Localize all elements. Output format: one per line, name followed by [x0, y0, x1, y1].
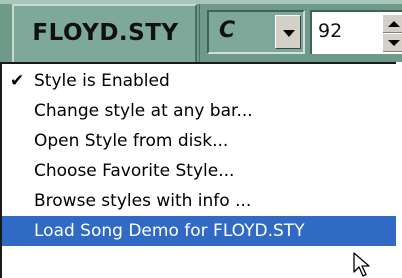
menu-item-label: Style is Enabled: [34, 71, 170, 91]
tempo-spinner[interactable]: 92: [310, 10, 402, 54]
key-dropdown[interactable]: C: [207, 10, 305, 54]
app-window: FLOYD.STY C 92 ✔ Style is Enabled Change…: [0, 0, 402, 278]
arrow-down-icon: [388, 40, 400, 46]
mouse-pointer-icon: [353, 252, 370, 277]
menu-item-style-enabled[interactable]: ✔ Style is Enabled: [2, 66, 396, 96]
key-dropdown-button[interactable]: [275, 15, 301, 49]
menu-item-label: Load Song Demo for FLOYD.STY: [34, 221, 305, 241]
menu-item-change-style[interactable]: Change style at any bar...: [2, 96, 396, 126]
menu-item-load-song-demo[interactable]: Load Song Demo for FLOYD.STY: [2, 216, 396, 246]
tempo-down-button[interactable]: [383, 33, 402, 52]
menu-item-favorite-style[interactable]: Choose Favorite Style...: [2, 156, 396, 186]
menu-item-label: Open Style from disk...: [34, 131, 229, 151]
style-toolbar: FLOYD.STY C 92: [0, 0, 402, 62]
menu-item-browse-styles[interactable]: Browse styles with info ...: [2, 186, 396, 216]
menu-item-label: Choose Favorite Style...: [34, 161, 235, 181]
arrow-up-icon: [388, 21, 400, 27]
menu-item-label: Browse styles with info ...: [34, 191, 252, 211]
chevron-down-icon: [283, 30, 295, 37]
tempo-spin-buttons: [382, 14, 402, 52]
style-context-menu: ✔ Style is Enabled Change style at any b…: [0, 62, 396, 278]
style-name-button[interactable]: FLOYD.STY: [12, 4, 197, 62]
tempo-up-button[interactable]: [383, 14, 402, 33]
toolbar-divider: [199, 4, 206, 62]
check-icon: ✔: [10, 71, 25, 91]
key-value: C: [219, 18, 236, 43]
tempo-value[interactable]: 92: [318, 20, 342, 42]
style-name-label: FLOYD.STY: [32, 20, 179, 46]
menu-item-label: Change style at any bar...: [34, 101, 253, 121]
menu-item-open-style[interactable]: Open Style from disk...: [2, 126, 396, 156]
